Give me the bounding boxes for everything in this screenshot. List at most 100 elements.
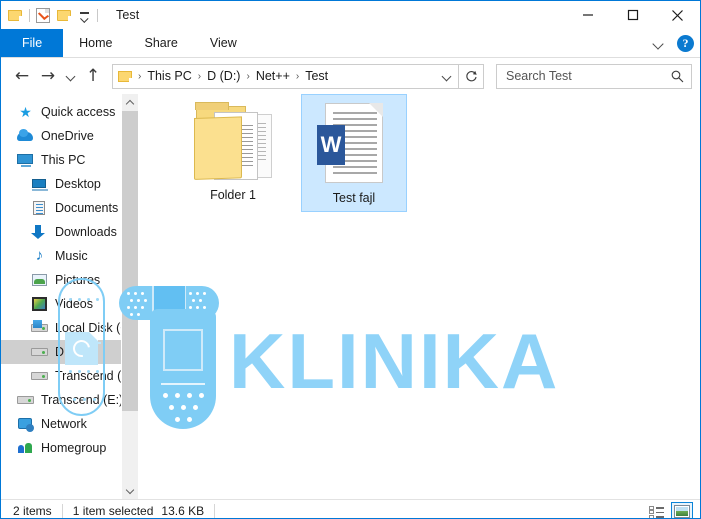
expand-ribbon-icon[interactable] xyxy=(652,37,665,50)
details-view-icon xyxy=(648,505,664,518)
selection-size: 13.6 KB xyxy=(161,504,205,518)
tab-view[interactable]: View xyxy=(194,29,253,57)
windows-drive-icon xyxy=(31,320,48,336)
sidebar-item-pictures[interactable]: Pictures xyxy=(1,268,138,292)
sidebar-item-label: Documents xyxy=(55,201,119,215)
computer-icon xyxy=(17,152,34,168)
navigation-pane: ★ Quick access OneDrive This PC Desktop … xyxy=(1,94,138,499)
explorer-body: ★ Quick access OneDrive This PC Desktop … xyxy=(1,94,700,499)
large-icons-view-button[interactable] xyxy=(671,502,693,518)
network-icon xyxy=(17,416,34,432)
sidebar-item-label: Desktop xyxy=(55,177,101,191)
status-divider xyxy=(61,504,63,518)
sidebar-item-label: Downloads xyxy=(55,225,117,239)
file-item-test-fajl[interactable]: W Test fajl xyxy=(301,94,407,212)
sidebar-item-local-disk-c[interactable]: Local Disk (C:) xyxy=(1,316,138,340)
cloud-icon xyxy=(17,128,34,144)
sidebar-item-documents[interactable]: Documents xyxy=(1,196,138,220)
folder-icon[interactable] xyxy=(8,9,23,21)
sidebar-item-transcend-e[interactable]: Transcend (E:) xyxy=(1,388,138,412)
quick-access-toolbar xyxy=(8,7,104,23)
search-input[interactable] xyxy=(504,68,671,84)
selection-info: 1 item selected xyxy=(72,504,154,518)
sidebar-scrollbar[interactable] xyxy=(121,94,138,499)
search-box[interactable] xyxy=(496,63,692,89)
chevron-down-icon xyxy=(127,487,134,494)
breadcrumb-item-netpp[interactable]: Net++ xyxy=(253,69,293,83)
new-folder-icon[interactable] xyxy=(57,9,72,21)
breadcrumb-separator: › xyxy=(138,70,142,82)
large-icons-view-icon xyxy=(674,505,690,518)
sidebar-item-videos[interactable]: Videos xyxy=(1,292,138,316)
sidebar-item-label: Transcend (E:) xyxy=(41,393,124,407)
tab-home[interactable]: Home xyxy=(63,29,128,57)
details-view-button[interactable] xyxy=(645,502,667,518)
pictures-icon xyxy=(31,272,48,288)
scrollbar-thumb[interactable] xyxy=(122,111,138,411)
sidebar-item-label: This PC xyxy=(41,153,86,167)
drive-icon xyxy=(31,368,48,384)
tab-file[interactable]: File xyxy=(1,29,64,57)
title-bar: Test xyxy=(1,1,700,29)
forward-button[interactable]: → xyxy=(35,63,61,89)
status-bar: 2 items 1 item selected 13.6 KB xyxy=(1,499,700,518)
chevron-down-icon xyxy=(442,71,452,81)
sidebar-item-onedrive[interactable]: OneDrive xyxy=(1,124,138,148)
scroll-up-button[interactable] xyxy=(122,94,138,111)
recent-locations-button[interactable] xyxy=(61,63,80,89)
up-button[interactable]: ↑ xyxy=(80,63,106,89)
documents-icon xyxy=(31,200,48,216)
breadcrumb-separator: › xyxy=(246,70,250,82)
sidebar-item-network[interactable]: Network xyxy=(1,412,138,436)
view-buttons xyxy=(645,502,693,518)
back-button[interactable]: ← xyxy=(9,63,35,89)
up-arrow-icon: ↑ xyxy=(85,65,101,86)
desktop-icon xyxy=(31,176,48,192)
scroll-down-button[interactable] xyxy=(122,482,138,499)
breadcrumb-item-test[interactable]: Test xyxy=(302,69,331,83)
refresh-icon xyxy=(465,70,477,81)
maximize-button[interactable] xyxy=(610,1,655,29)
breadcrumb-separator: › xyxy=(295,70,300,82)
window-title: Test xyxy=(116,8,140,22)
properties-icon[interactable] xyxy=(36,7,50,23)
sidebar-item-quick-access[interactable]: ★ Quick access xyxy=(1,100,138,124)
breadcrumb[interactable]: › This PC › D (D:) › Net++ › Test xyxy=(112,63,459,89)
tab-share[interactable]: Share xyxy=(129,29,194,57)
sidebar-item-downloads[interactable]: Downloads xyxy=(1,220,138,244)
sidebar-item-label: Videos xyxy=(55,297,93,311)
breadcrumb-separator: › xyxy=(197,70,202,82)
sidebar-item-label: OneDrive xyxy=(41,129,94,143)
sidebar-item-this-pc[interactable]: This PC xyxy=(1,148,138,172)
window-controls xyxy=(565,1,700,29)
breadcrumb-item-d-drive[interactable]: D (D:) xyxy=(204,69,243,83)
word-badge: W xyxy=(320,132,342,157)
sidebar-item-label: Quick access xyxy=(41,105,116,119)
search-icon xyxy=(671,70,684,82)
folder-icon xyxy=(118,70,133,83)
file-item-folder-1[interactable]: W Folder 1 xyxy=(180,96,286,214)
sidebar-item-label: Music xyxy=(55,249,88,263)
sidebar-item-d-drive[interactable]: D (D:) xyxy=(1,340,138,364)
sidebar-item-label: Network xyxy=(41,417,87,431)
breadcrumb-dropdown[interactable] xyxy=(436,65,458,88)
chevron-down-icon[interactable] xyxy=(79,9,91,21)
sidebar-item-label: Pictures xyxy=(55,273,101,287)
sidebar-item-desktop[interactable]: Desktop xyxy=(1,172,138,196)
close-button[interactable] xyxy=(655,1,700,29)
drive-icon xyxy=(17,392,34,408)
refresh-button[interactable] xyxy=(459,63,484,89)
file-list-pane[interactable]: W Folder 1 xyxy=(138,94,700,499)
star-icon: ★ xyxy=(19,104,32,120)
music-note-icon: ♪ xyxy=(35,247,44,264)
file-name: Folder 1 xyxy=(210,188,256,202)
help-icon[interactable]: ? xyxy=(677,34,694,52)
sidebar-item-label: Homegroup xyxy=(41,441,107,455)
sidebar-item-homegroup[interactable]: Homegroup xyxy=(1,436,138,460)
sidebar-item-transcend-e-child[interactable]: Transcend (E:) xyxy=(1,364,138,388)
sidebar-item-music[interactable]: ♪ Music xyxy=(1,244,138,268)
toolbar-divider xyxy=(29,8,30,22)
minimize-button[interactable] xyxy=(565,1,610,29)
status-divider-2 xyxy=(214,504,216,518)
breadcrumb-item-this-pc[interactable]: This PC xyxy=(144,69,194,83)
